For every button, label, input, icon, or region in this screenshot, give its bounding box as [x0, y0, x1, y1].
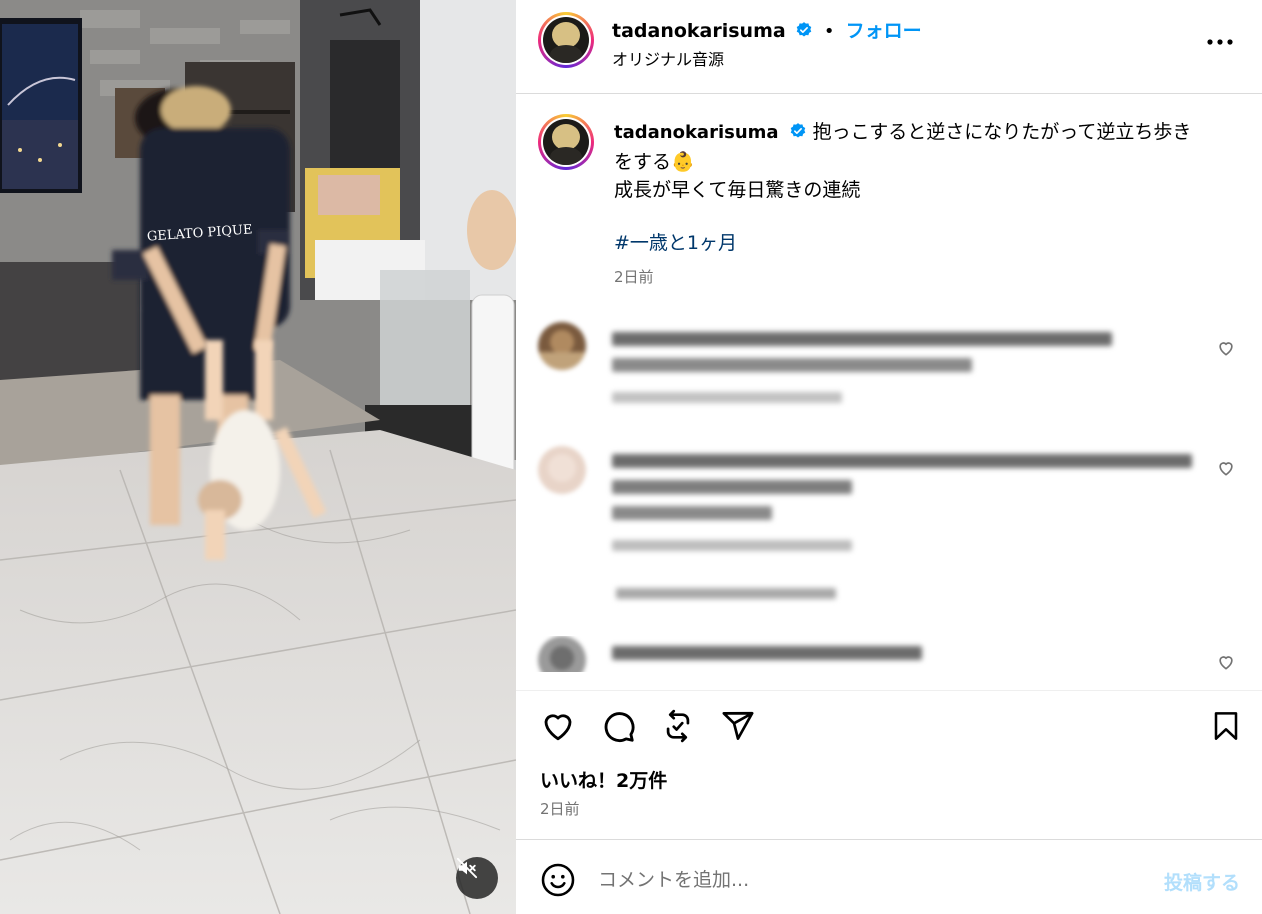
emoji-smile-icon [541, 863, 575, 897]
comment-composer: 投稿する [516, 839, 1262, 914]
emoji-picker-button[interactable] [538, 860, 578, 900]
baby-emoji: 👶 [671, 151, 695, 173]
audio-label[interactable]: オリジナル音源 [612, 46, 724, 70]
caption-line-2: をする [614, 151, 672, 173]
comment-text-blurred [612, 646, 922, 660]
caption-text: tadanokarisuma 抱っこすると逆さになりたがって逆立ち歩き をする👶… [614, 118, 1234, 204]
author-avatar-image [543, 17, 589, 63]
follow-button[interactable]: フォロー [846, 20, 922, 42]
comment-button[interactable] [598, 706, 638, 746]
like-button[interactable] [538, 706, 578, 746]
comment-bubble-icon [604, 712, 635, 742]
comment-meta-blurred [612, 540, 852, 551]
verified-badge-icon [795, 21, 813, 43]
save-button[interactable] [1206, 706, 1246, 746]
comment-text-blurred [612, 358, 972, 372]
view-replies-blurred[interactable] [616, 588, 836, 599]
author-avatar[interactable] [538, 12, 594, 68]
mute-toggle-button[interactable] [456, 857, 498, 899]
post-header: tadanokarisuma • フォロー オリジナル音源 [516, 0, 1262, 94]
post-actions-bar [516, 690, 1262, 760]
repost-icon [666, 709, 690, 743]
post-timestamp[interactable]: 2日前 [540, 798, 580, 819]
comment-like-icon[interactable] [1216, 458, 1236, 478]
comment-avatar[interactable] [538, 636, 586, 672]
more-options-icon [1207, 39, 1233, 45]
separator-dot: • [823, 21, 835, 42]
comment-item [516, 636, 1262, 672]
post-video[interactable]: GELATO PIQUE [0, 0, 516, 914]
repost-button[interactable] [658, 706, 698, 746]
caption-username[interactable]: tadanokarisuma [614, 122, 779, 143]
video-frame: GELATO PIQUE [0, 0, 516, 914]
comment-avatar[interactable] [538, 322, 586, 370]
caption-avatar-image [543, 119, 589, 165]
hashtag-link[interactable]: #一歳と1ヶ月 [614, 228, 737, 255]
bookmark-icon [1214, 712, 1238, 740]
comment-item [516, 446, 1262, 606]
post-side-panel: tadanokarisuma • フォロー オリジナル音源 tadanokari… [516, 0, 1262, 914]
comment-text-blurred [612, 480, 852, 494]
caption-line-1: 抱っこすると逆さになりたがって逆立ち歩き [812, 121, 1192, 143]
caption-timestamp[interactable]: 2日前 [614, 266, 654, 287]
send-paper-plane-icon [722, 711, 754, 740]
comment-meta-blurred [612, 392, 842, 403]
comment-item [516, 322, 1262, 422]
comment-avatar[interactable] [538, 446, 586, 494]
post-comment-button[interactable]: 投稿する [1164, 868, 1240, 895]
speaker-muted-icon [456, 857, 478, 879]
more-options-button[interactable] [1202, 30, 1238, 54]
share-button[interactable] [718, 706, 758, 746]
likes-count[interactable]: いいね！2万件 [540, 766, 667, 793]
comment-text-blurred [612, 332, 1112, 346]
author-username[interactable]: tadanokarisuma [612, 20, 786, 42]
caption-author-avatar[interactable] [538, 114, 594, 170]
comment-like-icon[interactable] [1216, 652, 1236, 672]
comment-text-blurred [612, 506, 772, 520]
comment-input[interactable] [598, 862, 1128, 898]
comment-text-blurred [612, 454, 1192, 468]
heart-icon [544, 714, 572, 741]
verified-badge-icon [789, 120, 807, 148]
comment-like-icon[interactable] [1216, 338, 1236, 358]
caption-line-3: 成長が早くて毎日驚きの連続 [614, 179, 861, 201]
